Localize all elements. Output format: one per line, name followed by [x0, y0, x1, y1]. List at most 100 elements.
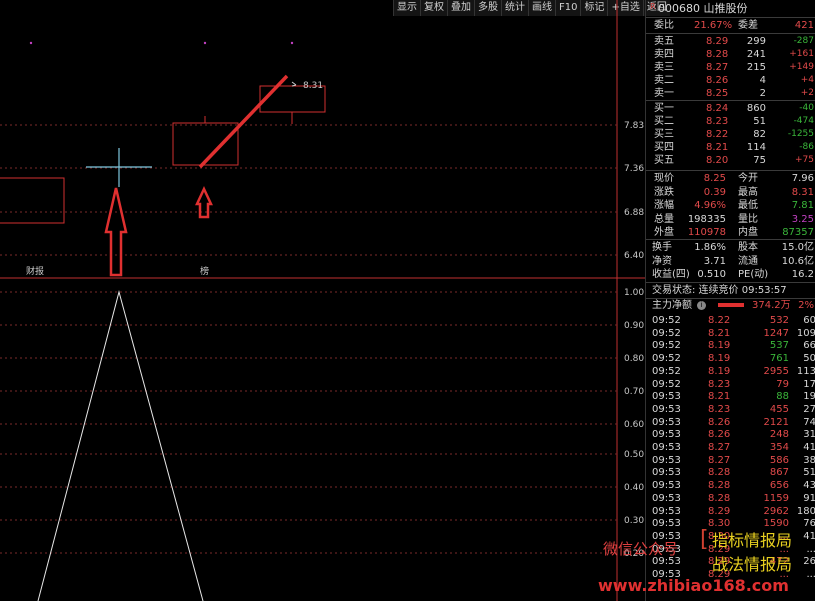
- quote-value: 3.25: [791, 213, 814, 225]
- info-icon[interactable]: i: [697, 301, 706, 310]
- price-tick: 6.40: [624, 251, 644, 261]
- chart-area[interactable]: 8.31 财报 榜 7.83 7.36 6.88 6.40 1.00 0.90 0.80 0…: [0, 0, 645, 601]
- level-price: 8.20: [706, 155, 729, 166]
- sell-level-row[interactable]: 卖三 8.27 215 +149: [646, 61, 815, 74]
- tick-time: 09:53: [652, 518, 681, 530]
- tick-count: ...: [806, 543, 815, 555]
- tick-row[interactable]: 09:52 8.19 537 66: [646, 339, 815, 352]
- tick-row[interactable]: 09:52 8.23 79 17: [646, 378, 815, 391]
- buy-level-row[interactable]: 买一 8.24 860 -40: [646, 102, 815, 115]
- tick-row[interactable]: 09:53 8.29 2962 180: [646, 505, 815, 518]
- stats-row[interactable]: 收益(四) 0.510 PE(动) 16.2: [646, 268, 815, 281]
- tick-time: 09:53: [652, 442, 681, 453]
- stats-label: 流通: [738, 255, 758, 267]
- quote-row[interactable]: 现价 8.25 今开 7.96: [646, 172, 815, 185]
- tick-count: ...: [806, 569, 815, 580]
- tick-row[interactable]: 09:52 8.19 761 50: [646, 352, 815, 365]
- quote-label: 外盘: [654, 227, 674, 238]
- sell-level-row[interactable]: 卖二 8.26 4 +4: [646, 74, 815, 87]
- tick-count: 66: [803, 340, 815, 352]
- tick-row[interactable]: 09:53 8.27 354 41: [646, 441, 815, 454]
- level-volume: 75: [753, 155, 766, 166]
- tick-row[interactable]: 09:53 8.27 586 38: [646, 454, 815, 467]
- tick-price: 8.27: [708, 454, 731, 466]
- stats-value: 10.6亿: [781, 255, 814, 267]
- up-arrow-annotation: [195, 186, 213, 219]
- level-price: 8.24: [706, 103, 729, 114]
- stats-row[interactable]: 换手 1.86% 股本 15.0亿: [646, 241, 815, 254]
- tick-count: 50: [803, 353, 815, 365]
- level-label: 卖一: [654, 88, 674, 99]
- flow-bar: [718, 303, 744, 307]
- tick-row[interactable]: 09:52 8.22 532 60: [646, 314, 815, 327]
- watermark-left: 微信公众号: [603, 540, 679, 558]
- tick-row[interactable]: 09:52 8.19 2955 113: [646, 365, 815, 378]
- sell-level-row[interactable]: 卖四 8.28 241 +161: [646, 48, 815, 61]
- level-change: +161: [789, 49, 814, 59]
- quote-row[interactable]: 涨幅 4.96% 最低 7.81: [646, 199, 815, 212]
- buy-level-row[interactable]: 买四 8.21 114 -86: [646, 141, 815, 154]
- tick-volume: 2121: [763, 416, 789, 428]
- level-label: 买一: [654, 103, 674, 114]
- candle[interactable]: [172, 122, 239, 166]
- level-price: 8.23: [706, 116, 729, 127]
- tick-count: 19: [803, 391, 815, 403]
- level-change: +149: [789, 62, 814, 72]
- quote-row[interactable]: 外盘 110978 内盘 87357: [646, 226, 815, 239]
- tick-row[interactable]: 09:52 8.21 1247 109: [646, 327, 815, 340]
- tick-count: 51: [803, 467, 815, 479]
- tick-count: 27: [803, 403, 815, 415]
- tick-row[interactable]: 09:53 8.26 2121 74: [646, 416, 815, 429]
- tick-row[interactable]: 09:53 8.21 88 19: [646, 390, 815, 403]
- stats-label: 净资: [652, 255, 672, 267]
- tick-count: 41: [803, 442, 815, 453]
- tick-price: 8.29: [708, 505, 731, 517]
- tick-count: 180: [796, 505, 815, 517]
- candle[interactable]: [0, 177, 65, 224]
- event-tag-earnings[interactable]: 财报: [26, 265, 44, 277]
- level-change: -474: [793, 116, 814, 126]
- stats-label: 股本: [738, 242, 758, 253]
- quote-value: 7.81: [791, 200, 814, 211]
- sell-level-row[interactable]: 卖五 8.29 299 -287: [646, 35, 815, 48]
- buy-level-row[interactable]: 买二 8.23 51 -474: [646, 115, 815, 128]
- tick-count: 76: [803, 518, 815, 530]
- signal-dot: [29, 41, 33, 45]
- tick-price: 8.23: [708, 403, 731, 415]
- stats-row[interactable]: 净资 3.71 流通 10.6亿: [646, 255, 815, 268]
- tick-row[interactable]: 09:53 8.23 455 27: [646, 403, 815, 416]
- quote-value: 8.31: [791, 186, 814, 198]
- trend-line[interactable]: [198, 74, 289, 169]
- osc-tick: 0.50: [624, 450, 644, 460]
- buy-level-row[interactable]: 买三 8.22 82 -1255: [646, 128, 815, 141]
- event-tag-rank[interactable]: 榜: [200, 265, 209, 277]
- osc-axis-ticks: 1.000.900.800.700.600.500.400.300.20: [624, 288, 644, 559]
- level-change: -86: [799, 142, 814, 152]
- quote-row[interactable]: 总量 198335 量比 3.25: [646, 213, 815, 226]
- stock-header[interactable]: R 000680 山推股份: [646, 2, 815, 15]
- tick-row[interactable]: 09:53 8.28 1159 91: [646, 492, 815, 505]
- osc-tick: 1.00: [624, 288, 644, 298]
- tick-count: 26: [803, 556, 815, 568]
- quote-row[interactable]: 涨跌 0.39 最高 8.31: [646, 186, 815, 199]
- buy-level-row[interactable]: 买五 8.20 75 +75: [646, 154, 815, 167]
- tick-row[interactable]: 09:53 8.28 867 51: [646, 466, 815, 479]
- osc-tick: 0.30: [624, 516, 644, 526]
- tick-time: 09:53: [652, 416, 681, 428]
- level-volume: 860: [746, 103, 766, 114]
- tick-price: 8.23: [708, 378, 731, 390]
- tick-row[interactable]: 09:53 8.26 248 31: [646, 428, 815, 441]
- tick-price: 8.21: [708, 327, 731, 339]
- level-price: 8.21: [706, 142, 729, 153]
- tick-count: 91: [803, 492, 815, 504]
- level-volume: 299: [746, 36, 766, 47]
- tick-volume: 1159: [763, 492, 789, 504]
- level-change: -287: [793, 36, 814, 46]
- sell-level-row[interactable]: 卖一 8.25 2 +2: [646, 87, 815, 100]
- tick-time: 09:52: [652, 365, 681, 377]
- tick-price: 8.27: [708, 442, 731, 453]
- tick-row[interactable]: 09:53 8.28 656 43: [646, 479, 815, 492]
- tick-time: 09:53: [652, 391, 681, 403]
- tick-volume: 537: [769, 340, 789, 352]
- stats-value: 1.86%: [694, 242, 726, 253]
